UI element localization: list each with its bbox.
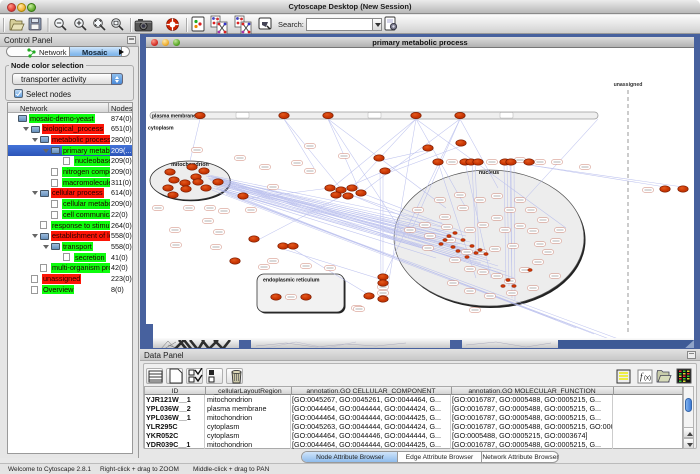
svg-text:endoplasmic reticulum: endoplasmic reticulum <box>263 278 320 284</box>
svg-text:cytoplasm: cytoplasm <box>148 126 174 132</box>
svg-text:plasma membrane: plasma membrane <box>152 113 196 119</box>
svg-text:nucleus: nucleus <box>479 170 499 176</box>
svg-text:unassigned: unassigned <box>614 82 643 88</box>
